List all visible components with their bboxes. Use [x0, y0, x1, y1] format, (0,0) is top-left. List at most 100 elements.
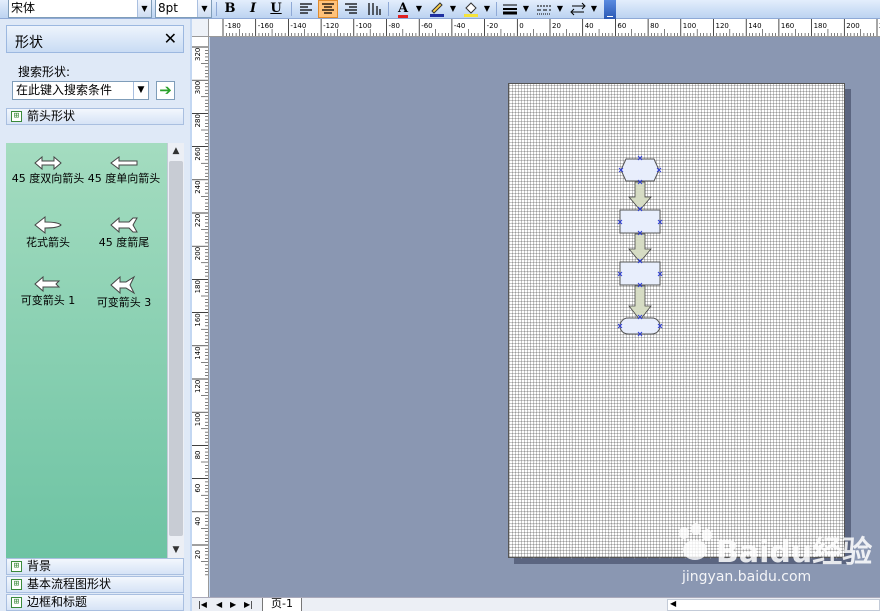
page-tab-bar: |◀ ◀ ▶ ▶| 页-1 ◀ — [192, 597, 880, 611]
toolbar-options-icon[interactable] — [604, 0, 616, 19]
toolbar-divider — [388, 2, 389, 16]
shape-item[interactable]: 45 度箭尾 — [86, 215, 162, 249]
scroll-thumb[interactable] — [169, 161, 183, 536]
next-page-icon[interactable]: ▶ — [230, 599, 236, 611]
chevron-down-icon[interactable]: ▼ — [521, 0, 531, 18]
first-page-icon[interactable]: |◀ — [198, 599, 207, 611]
close-icon[interactable]: ✕ — [164, 29, 177, 48]
flow-arrow[interactable] — [628, 181, 652, 211]
search-input[interactable]: 在此键入搜索条件 ▼ — [12, 81, 149, 100]
align-center-button[interactable] — [318, 0, 338, 18]
chevron-down-icon[interactable]: ▼ — [448, 0, 458, 18]
vertical-ruler: 320 300 280 260 240 220 200 180 160 140 120 100 80 60… — [192, 37, 209, 597]
vertical-align-button[interactable] — [364, 0, 384, 18]
font-name-select[interactable]: 宋体 ▼ — [8, 0, 152, 18]
align-left-button[interactable] — [296, 0, 316, 18]
font-size-select[interactable]: 8pt ▼ — [155, 0, 212, 18]
line-weight-icon — [503, 4, 517, 15]
flow-process-box[interactable] — [619, 261, 661, 286]
chevron-down-icon[interactable]: ▼ — [555, 0, 565, 18]
drawing-page[interactable] — [508, 83, 846, 559]
page-tab[interactable]: 页-1 — [262, 598, 302, 611]
ruler-label: 120 — [716, 22, 729, 30]
scroll-down-icon[interactable]: ▼ — [168, 542, 184, 558]
ruler-label: 40 — [585, 22, 594, 30]
paw-logo-icon — [679, 523, 712, 560]
watermark-url: jingyan.baidu.com — [682, 569, 812, 585]
scroll-up-icon[interactable]: ▲ — [168, 143, 184, 159]
shape-item[interactable]: 45 度双向箭头 — [10, 155, 86, 185]
ruler-label: -60 — [421, 22, 432, 30]
horizontal-ruler-ticks: -180 -160 -140 -120 -100 -80 -60 -40 -20 0 20 40 60 8… — [222, 19, 880, 36]
ruler-label: 200 — [846, 22, 859, 30]
shape-label: 45 度单向箭头 — [87, 172, 161, 185]
flow-process-box[interactable] — [619, 209, 661, 234]
shape-label: 45 度双向箭头 — [11, 172, 85, 185]
vertical-ruler-ticks: 320 300 280 260 240 220 200 180 160 140 120 100 80 60… — [192, 46, 208, 576]
ruler-label: 0 — [519, 22, 523, 30]
scroll-left-icon[interactable]: ◀ — [670, 599, 676, 608]
italic-button[interactable]: I — [243, 0, 263, 18]
ruler-label: 220 — [194, 214, 202, 227]
shape-item[interactable]: 花式箭头 — [10, 215, 86, 249]
chevron-down-icon[interactable]: ▼ — [589, 0, 599, 18]
category-borders-titles[interactable]: ⊞ 边框和标题 — [6, 594, 184, 611]
category-label: 背景 — [27, 559, 52, 573]
arrow-right-icon: ➔ — [159, 81, 172, 99]
chevron-down-icon[interactable]: ▼ — [482, 0, 492, 18]
shape-item[interactable]: 可变箭头 3 — [86, 275, 162, 309]
shapes-panel-title: 形状 — [15, 35, 43, 51]
line-color-icon — [430, 2, 444, 17]
flow-arrow[interactable] — [628, 285, 652, 321]
line-weight-button[interactable] — [500, 0, 520, 18]
flow-start-hexagon[interactable] — [620, 158, 660, 182]
toolbar-divider — [291, 2, 292, 16]
last-page-icon[interactable]: ▶| — [244, 599, 253, 611]
double-arrow-icon — [34, 155, 62, 171]
bold-button[interactable]: B — [220, 0, 240, 18]
shapes-panel: 形状 ✕ 搜索形状: 在此键入搜索条件 ▼ ➔ ⊞ 箭头形状 45 度双向箭头 … — [0, 19, 190, 611]
ruler-label: 160 — [194, 313, 202, 326]
ruler-label: -140 — [290, 22, 306, 30]
drawing-canvas[interactable]: Baidu经验 jingyan.baidu.com — [210, 37, 880, 597]
line-pattern-button[interactable] — [534, 0, 554, 18]
shape-item[interactable]: 45 度单向箭头 — [86, 155, 162, 185]
ruler-label: 320 — [194, 48, 202, 61]
align-right-button[interactable] — [341, 0, 361, 18]
ruler-label: 280 — [194, 114, 202, 127]
ruler-label: 100 — [683, 22, 696, 30]
ruler-label: 260 — [194, 147, 202, 160]
ruler-label: 100 — [194, 413, 202, 426]
category-label: 基本流程图形状 — [27, 577, 112, 591]
ruler-label: 140 — [194, 346, 202, 359]
category-icon: ⊞ — [11, 111, 22, 122]
stencil-scrollbar[interactable]: ▲ ▼ — [167, 143, 184, 558]
search-placeholder: 在此键入搜索条件 — [16, 83, 113, 97]
horizontal-scrollbar[interactable]: ◀ — [667, 599, 880, 611]
category-icon: ⊞ — [11, 597, 22, 608]
search-go-button[interactable]: ➔ — [156, 81, 175, 100]
category-background[interactable]: ⊞ 背景 — [6, 558, 184, 575]
single-arrow-icon — [110, 156, 138, 170]
chevron-down-icon[interactable]: ▼ — [137, 0, 151, 17]
flow-arrow[interactable] — [628, 233, 652, 263]
search-label: 搜索形状: — [18, 65, 71, 79]
fill-color-button[interactable] — [461, 0, 481, 18]
chevron-down-icon[interactable]: ▼ — [133, 82, 148, 99]
ruler-label: 20 — [552, 22, 561, 30]
toolbar-divider — [496, 2, 497, 16]
prev-page-icon[interactable]: ◀ — [216, 599, 222, 611]
chevron-down-icon[interactable]: ▼ — [197, 0, 211, 17]
line-ends-button[interactable] — [568, 0, 588, 18]
category-arrow-shapes[interactable]: ⊞ 箭头形状 — [6, 108, 184, 125]
ruler-label: -40 — [454, 22, 465, 30]
flexi-arrow-3-icon — [110, 275, 136, 295]
font-color-button[interactable]: A — [393, 0, 413, 18]
shape-item[interactable]: 可变箭头 1 — [10, 275, 86, 307]
ruler-label: 140 — [748, 22, 761, 30]
chevron-down-icon[interactable]: ▼ — [414, 0, 424, 18]
underline-button[interactable]: U — [266, 0, 286, 18]
category-basic-flowchart[interactable]: ⊞ 基本流程图形状 — [6, 576, 184, 593]
flow-end-terminator[interactable] — [619, 317, 661, 335]
line-color-button[interactable] — [427, 0, 447, 18]
